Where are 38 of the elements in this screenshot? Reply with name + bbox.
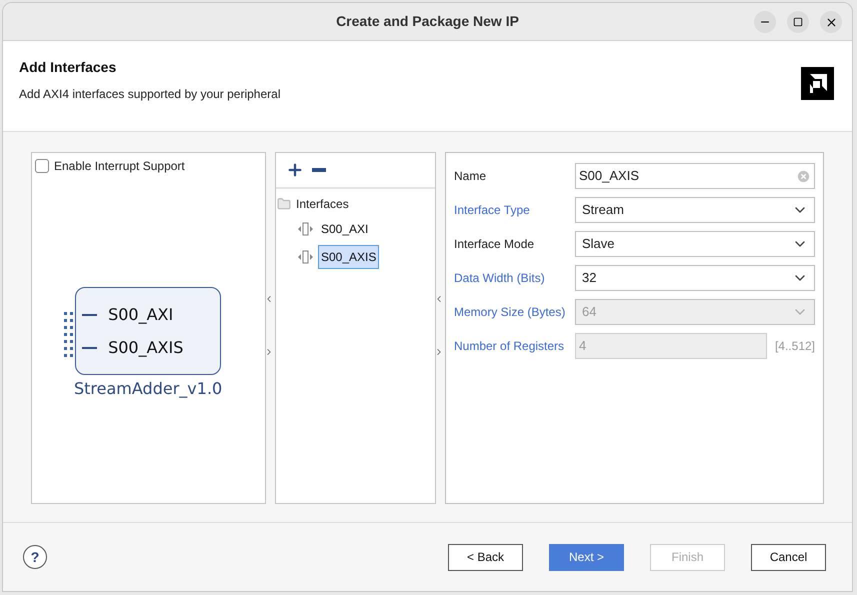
window-title: Create and Package New IP (336, 12, 519, 31)
dropdown[interactable]: Slave (575, 231, 815, 257)
port-line-icon (82, 346, 98, 348)
port-label: S00_AXI (108, 304, 174, 326)
tree-item[interactable]: S00_AXI (318, 217, 372, 241)
minus-icon (312, 168, 326, 172)
close-button[interactable] (820, 11, 842, 33)
dialog-button[interactable]: Cancel (751, 544, 826, 570)
interface-icon (298, 222, 313, 236)
field-label: Memory Size (Bytes) (454, 304, 566, 321)
checkbox-label[interactable]: Enable Interrupt Support (54, 157, 185, 175)
tree-item[interactable]: Interfaces (296, 195, 349, 213)
field-label: Interface Type (454, 202, 531, 219)
checkbox[interactable] (35, 159, 49, 173)
field-label: Interface Mode (454, 236, 536, 253)
plus-icon (286, 161, 304, 179)
close-icon (824, 16, 838, 28)
add-button[interactable] (286, 161, 304, 179)
dropdown[interactable]: 32 (575, 265, 815, 291)
maximize-icon (793, 17, 803, 27)
field-label: Name (454, 168, 488, 185)
maximize-button[interactable] (787, 11, 809, 33)
page-subtitle: Add AXI4 interfaces supported by your peripheral (19, 86, 282, 103)
name-field[interactable]: S00_AXIS (575, 163, 815, 189)
block-name: StreamAdder_v1.0 (74, 378, 222, 400)
help-button[interactable]: ? (23, 545, 47, 569)
logo-icon (801, 67, 834, 100)
dropdown[interactable]: Stream (575, 197, 815, 223)
field-label: Number of Registers (454, 338, 566, 355)
interface-icon (298, 250, 313, 264)
page-title: Add Interfaces (19, 58, 118, 77)
dialog-button[interactable]: < Back (448, 544, 523, 570)
range-hint: [4..512] (774, 338, 815, 355)
port-label: S00_AXIS (108, 336, 184, 359)
port-line-icon (82, 314, 98, 316)
field-label: Data Width (Bits) (454, 270, 546, 287)
dialog-button[interactable]: Next > (549, 544, 624, 570)
tree-item[interactable]: S00_AXIS (318, 245, 380, 269)
